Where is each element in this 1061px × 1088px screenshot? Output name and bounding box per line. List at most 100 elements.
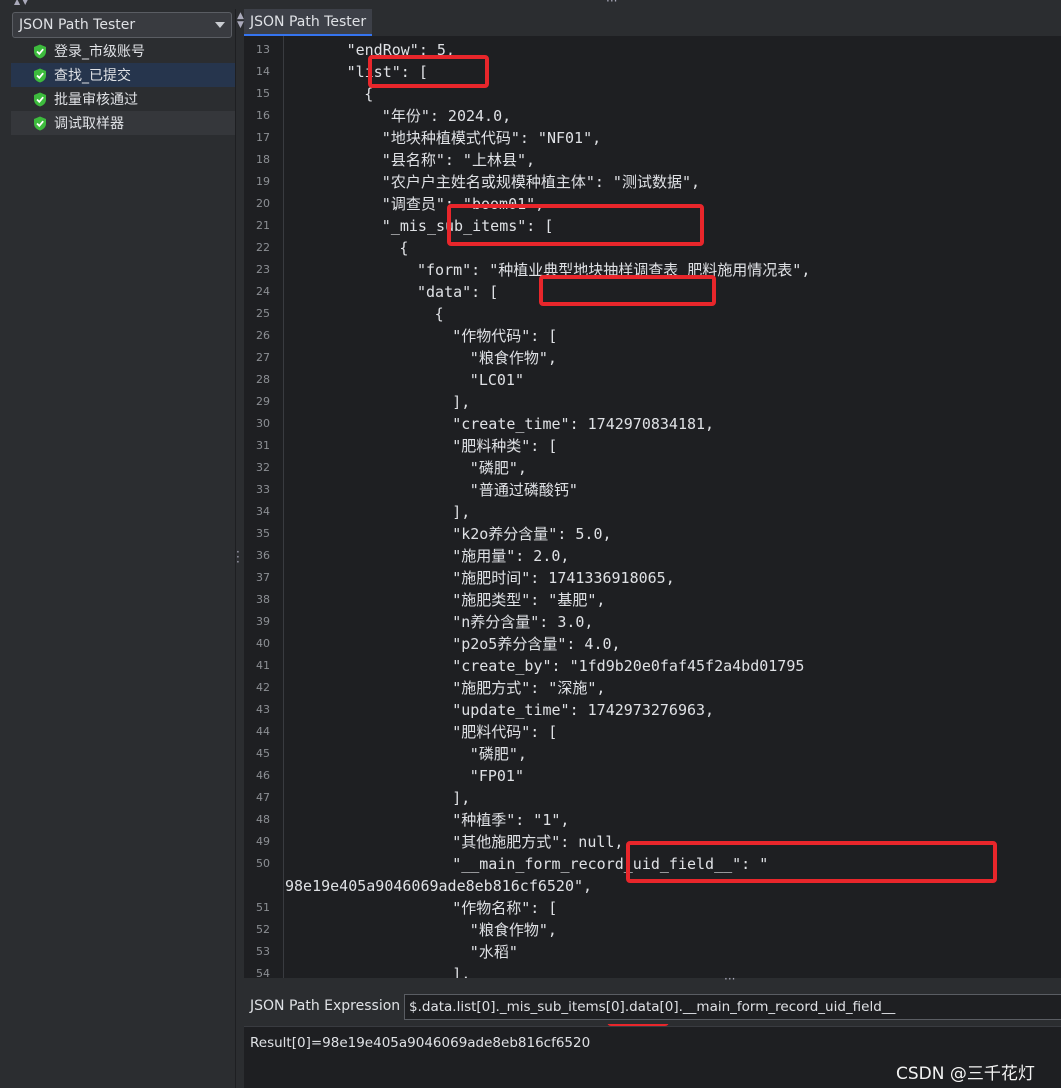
sampler-selector-value: JSON Path Tester bbox=[19, 17, 136, 33]
tree-item[interactable]: 调试取样器 bbox=[11, 111, 235, 135]
sampler-selector[interactable]: JSON Path Tester bbox=[12, 12, 232, 38]
watermark: CSDN @三千花灯 bbox=[896, 1064, 1035, 1084]
line-number: 24 bbox=[256, 285, 270, 298]
code-text: "年份": 2024.0, bbox=[381, 107, 512, 125]
line-number: 22 bbox=[256, 241, 270, 254]
line-number: 42 bbox=[256, 681, 270, 694]
tab-bar: JSON Path Tester bbox=[244, 9, 1061, 36]
code-line: 48 "种植季": "1", bbox=[244, 809, 1061, 831]
code-text: "施用量": 2.0, bbox=[452, 547, 570, 565]
code-line: 40 "p2o5养分含量": 4.0, bbox=[244, 633, 1061, 655]
code-line: 33 "普通过磷酸钙" bbox=[244, 479, 1061, 501]
code-text: ], bbox=[452, 789, 471, 807]
split-handle-icon[interactable]: ▲ ▼ bbox=[237, 12, 244, 30]
code-text: "FP01" bbox=[469, 767, 524, 785]
line-number: 52 bbox=[256, 923, 270, 936]
line-number: 32 bbox=[256, 461, 270, 474]
code-text: "施肥方式": "深施", bbox=[452, 679, 606, 697]
code-text: ], bbox=[452, 393, 471, 411]
tree-item[interactable]: 批量审核通过 bbox=[11, 87, 235, 111]
line-number: 20 bbox=[256, 197, 270, 210]
line-number: 15 bbox=[256, 87, 270, 100]
highlight-uid-field bbox=[626, 841, 997, 883]
highlight-mis-sub-items bbox=[447, 204, 704, 246]
code-line: 31 "肥料种类": [ bbox=[244, 435, 1061, 457]
tree-item[interactable]: 登录_市级账号 bbox=[11, 39, 235, 63]
code-text: 98e19e405a9046069ade8eb816cf6520", bbox=[285, 877, 593, 895]
code-text: "作物名称": [ bbox=[452, 899, 558, 917]
code-text: "种植季": "1", bbox=[452, 811, 570, 829]
vertical-splitter-grip[interactable]: · · · bbox=[236, 546, 240, 568]
code-text: "n养分含量": 3.0, bbox=[452, 613, 594, 631]
result-text: Result[0]=98e19e405a9046069ade8eb816cf65… bbox=[250, 1035, 591, 1051]
code-line: 51 "作物名称": [ bbox=[244, 897, 1061, 919]
code-line: 53 "水稻" bbox=[244, 941, 1061, 963]
code-text: "肥料代码": [ bbox=[452, 723, 558, 741]
shield-check-icon bbox=[34, 44, 46, 58]
line-number: 21 bbox=[256, 219, 270, 232]
code-line: 32 "磷肥", bbox=[244, 457, 1061, 479]
shield-check-icon bbox=[34, 116, 46, 130]
line-number: 19 bbox=[256, 175, 270, 188]
line-number: 43 bbox=[256, 703, 270, 716]
code-text: ], bbox=[452, 965, 471, 978]
code-line: 36 "施用量": 2.0, bbox=[244, 545, 1061, 567]
tree-item[interactable]: 查找_已提交 bbox=[11, 63, 235, 87]
code-text: "update_time": 1742973276963, bbox=[452, 701, 715, 719]
line-number: 25 bbox=[256, 307, 270, 320]
code-text: "农户户主姓名或规模种植主体": "测试数据", bbox=[381, 173, 701, 191]
json-path-expression-input[interactable]: $.data.list[0]._mis_sub_items[0].data[0]… bbox=[404, 994, 1061, 1020]
line-number: 48 bbox=[256, 813, 270, 826]
code-line: 39 "n养分含量": 3.0, bbox=[244, 611, 1061, 633]
line-number: 28 bbox=[256, 373, 270, 386]
code-line: 46 "FP01" bbox=[244, 765, 1061, 787]
code-text: "其他施肥方式": null, bbox=[452, 833, 624, 851]
line-number: 17 bbox=[256, 131, 270, 144]
code-line: 30 "create_time": 1742970834181, bbox=[244, 413, 1061, 435]
expression-bar: JSON Path Expression $.data.list[0]._mis… bbox=[244, 984, 1061, 1024]
line-number: 30 bbox=[256, 417, 270, 430]
line-number: 47 bbox=[256, 791, 270, 804]
collapse-arrows-icon[interactable]: ▲▼ bbox=[14, 0, 30, 6]
line-number: 54 bbox=[256, 967, 270, 978]
code-text: { bbox=[399, 239, 409, 257]
code-line: 28 "LC01" bbox=[244, 369, 1061, 391]
line-number: 18 bbox=[256, 153, 270, 166]
line-number: 27 bbox=[256, 351, 270, 364]
shield-check-icon bbox=[34, 92, 46, 106]
splitter-dots-icon[interactable]: ··· bbox=[606, 0, 617, 8]
tree-item-label: 批量审核通过 bbox=[54, 92, 138, 108]
json-response-editor[interactable]: 13 "endRow": 5, 14 "list": [15{16 "年份": 2024… bbox=[244, 36, 1061, 978]
line-number: 26 bbox=[256, 329, 270, 342]
code-line: 38 "施肥类型": "基肥", bbox=[244, 589, 1061, 611]
code-line: 15{ bbox=[244, 83, 1061, 105]
json-path-expression-value: $.data.list[0]._mis_sub_items[0].data[0]… bbox=[409, 999, 896, 1015]
line-number: 33 bbox=[256, 483, 270, 496]
code-text: "k2o养分含量": 5.0, bbox=[452, 525, 612, 543]
chevron-down-icon[interactable] bbox=[215, 22, 225, 28]
line-number: 35 bbox=[256, 527, 270, 540]
code-line: 47], bbox=[244, 787, 1061, 809]
line-number: 14 bbox=[256, 65, 270, 78]
code-text: "磷肥", bbox=[469, 745, 527, 763]
line-number: 29 bbox=[256, 395, 270, 408]
line-number: 51 bbox=[256, 901, 270, 914]
code-line: 45 "磷肥", bbox=[244, 743, 1061, 765]
test-plan-panel: JSON Path Tester 登录_市级账号查找_已提交 批量审核通过调试取样… bbox=[0, 9, 236, 1088]
code-line: 37 "施肥时间": 1741336918065, bbox=[244, 567, 1061, 589]
line-number: 41 bbox=[256, 659, 270, 672]
code-line: 34], bbox=[244, 501, 1061, 523]
tab-json-path-tester[interactable]: JSON Path Tester bbox=[244, 9, 373, 36]
line-number: 34 bbox=[256, 505, 270, 518]
code-text: "水稻" bbox=[469, 943, 518, 961]
code-text: "施肥时间": 1741336918065, bbox=[452, 569, 675, 587]
code-line: 35 "k2o养分含量": 5.0, bbox=[244, 523, 1061, 545]
code-line: 19 "农户户主姓名或规模种植主体": "测试数据", bbox=[244, 171, 1061, 193]
line-number: 44 bbox=[256, 725, 270, 738]
code-line: 17 "地块种植模式代码": "NF01", bbox=[244, 127, 1061, 149]
line-number: 23 bbox=[256, 263, 270, 276]
tree-item-label: 查找_已提交 bbox=[54, 68, 131, 84]
top-strip: ▲▼ ··· bbox=[0, 0, 1061, 9]
code-line: 27 "粮食作物", bbox=[244, 347, 1061, 369]
code-text: ], bbox=[452, 503, 471, 521]
